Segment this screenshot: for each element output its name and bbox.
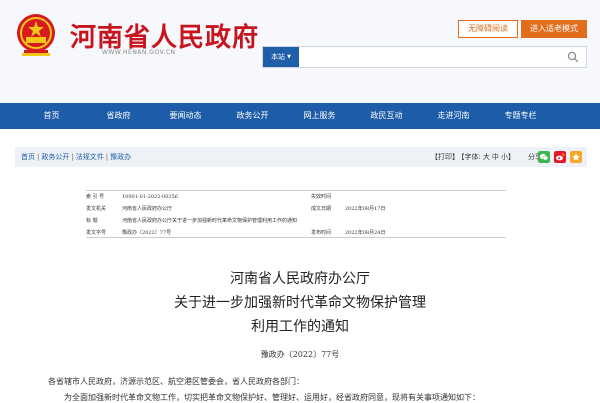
breadcrumb-regulations[interactable]: 法规文件 (76, 153, 104, 161)
meta-label: 发文字号 (86, 230, 107, 236)
nav-item-public-interaction[interactable]: 政民互动 (353, 103, 420, 129)
accessible-reading-button[interactable]: 无障碍阅读 (458, 20, 518, 38)
wechat-icon[interactable] (538, 151, 550, 163)
national-emblem-icon[interactable] (14, 12, 58, 58)
meta-value: 2022年08月24日 (345, 230, 386, 236)
document-paragraph: 为全面加强新时代革命文物工作，切实把革命文物保护好、管理好、运用好，经省政府同意… (64, 393, 480, 402)
font-size-label: 【字体: (461, 153, 481, 161)
meta-label: 发布时间 (311, 230, 332, 236)
nav-item-online-services[interactable]: 网上服务 (286, 103, 353, 129)
table-row: 发文字号 豫政办〔2022〕77号 发布时间 2022年08月24日 (86, 227, 506, 239)
breadcrumb-home[interactable]: 首页 (21, 153, 35, 161)
breadcrumb-current[interactable]: 豫政办 (110, 153, 131, 161)
search-scope-label: 本站 (271, 53, 286, 61)
meta-value: 河南省人民政府办公厅关于进一步加强新时代革命文物保护管理利用工作的通知 (122, 218, 298, 224)
document-number: 豫政办〔2022〕77号 (260, 350, 340, 359)
print-button[interactable]: 【打印】 (431, 153, 459, 161)
table-row: 标 题 河南省人民政府办公厅关于进一步加强新时代革命文物保护管理利用工作的通知 (86, 215, 506, 227)
weibo-icon[interactable] (554, 151, 566, 163)
document-title-line: 关于进一步加强新时代革命文物保护管理 (174, 295, 426, 311)
site-header: 河南省人民政府 WWW.HENAN.GOV.CN 无障碍阅读 进入适老模式 本站… (0, 0, 600, 103)
search-input[interactable] (303, 48, 553, 66)
table-row: 索 引 号 10001-01-2022-00256 失效时间 (86, 191, 506, 203)
search-box: 本站 ▼ (262, 46, 587, 68)
article-tools: 【打印】 【字体: 大中小】 (431, 147, 517, 167)
font-medium-button[interactable]: 中 (492, 153, 499, 161)
meta-label: 标 题 (86, 218, 98, 224)
font-large-button[interactable]: 大 (483, 153, 490, 161)
nav-item-home[interactable]: 首页 (18, 103, 85, 129)
meta-label: 索 引 号 (86, 194, 105, 200)
font-small-button[interactable]: 小】 (501, 153, 515, 161)
document-title-line: 利用工作的通知 (251, 319, 349, 335)
document-salutation: 各省辖市人民政府，济源示范区、航空港区管委会，省人民政府各部门： (48, 377, 304, 386)
nav-item-special-topics[interactable]: 专题专栏 (487, 103, 554, 129)
breadcrumb-separator: | (105, 153, 109, 161)
breadcrumb-government-affairs[interactable]: 政务公开 (41, 153, 69, 161)
nav-item-government-affairs[interactable]: 政务公开 (219, 103, 286, 129)
breadcrumb-separator: | (71, 153, 74, 161)
meta-value: 豫政办〔2022〕77号 (122, 230, 172, 236)
nav-item-province-government[interactable]: 省政府 (85, 103, 152, 129)
meta-value: 10001-01-2022-00256 (122, 194, 178, 200)
search-icon[interactable] (567, 51, 579, 63)
qzone-icon[interactable] (570, 151, 582, 163)
elder-mode-button[interactable]: 进入适老模式 (521, 20, 587, 38)
breadcrumb-bar: 首页 | 政务公开 | 法规文件 | 豫政办 【打印】 【字体: 大中小】 分享: (15, 147, 587, 167)
meta-value: 河南省人民政府办公厅 (122, 206, 173, 212)
meta-label: 失效时间 (311, 194, 332, 200)
meta-label: 发文机关 (86, 206, 107, 212)
table-row: 发文机关 河南省人民政府办公厅 成文日期 2022年08月17日 (86, 203, 506, 215)
meta-value: 2022年08月17日 (345, 206, 386, 212)
site-url: WWW.HENAN.GOV.CN (102, 49, 176, 56)
breadcrumb-separator: | (37, 153, 40, 161)
chevron-down-icon: ▼ (287, 54, 291, 60)
document-title-line: 河南省人民政府办公厅 (230, 271, 370, 287)
nav-item-about-henan[interactable]: 走进河南 (420, 103, 487, 129)
breadcrumb: 首页 | 政务公开 | 法规文件 | 豫政办 (21, 147, 131, 167)
meta-label: 成文日期 (311, 206, 332, 212)
nav-item-news[interactable]: 要闻动态 (152, 103, 219, 129)
document-metadata-table: 索 引 号 10001-01-2022-00256 失效时间 发文机关 河南省人… (86, 190, 506, 238)
main-nav: 首页 省政府 要闻动态 政务公开 网上服务 政民互动 走进河南 专题专栏 (0, 103, 600, 129)
search-scope-select[interactable]: 本站 ▼ (263, 47, 299, 67)
